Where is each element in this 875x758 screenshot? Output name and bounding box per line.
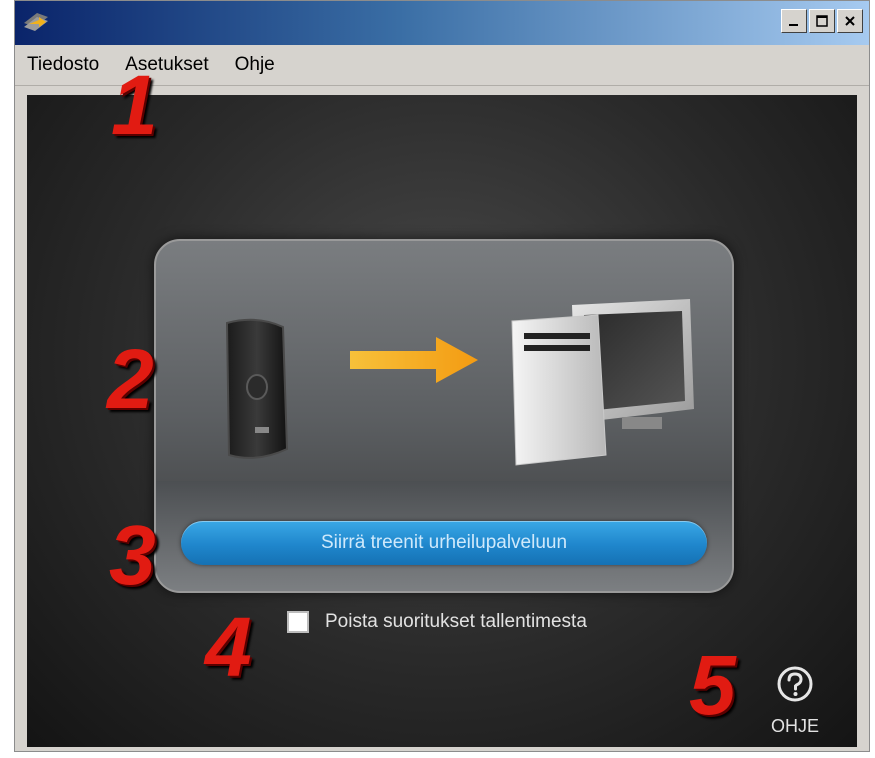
close-button[interactable] (837, 9, 863, 33)
annotation-number-2: 2 (107, 332, 154, 426)
delete-records-label: Poista suoritukset tallentimesta (325, 611, 587, 632)
delete-records-checkbox[interactable] (287, 611, 309, 633)
question-circle-icon (777, 666, 813, 702)
arrow-right-icon (350, 337, 478, 383)
maximize-icon (816, 15, 828, 27)
help-label: OHJE (770, 716, 819, 736)
help-button[interactable]: OHJE (765, 665, 825, 737)
annotation-number-3: 3 (109, 508, 156, 602)
app-logo-icon (24, 13, 48, 31)
menu-ohje[interactable]: Ohje (235, 54, 287, 76)
desktop-computer-icon (511, 299, 694, 466)
delete-records-option[interactable]: Poista suoritukset tallentimesta (287, 611, 587, 633)
transfer-workouts-button[interactable]: Siirrä treenit urheilupalveluun (181, 521, 707, 565)
title-bar[interactable] (15, 1, 869, 45)
annotation-number-1: 1 (111, 58, 158, 152)
training-recorder-device (225, 318, 289, 459)
minimize-icon (789, 24, 798, 26)
transfer-panel: Siirrä treenit urheilupalveluun (154, 239, 734, 593)
close-icon (845, 16, 855, 26)
maximize-button[interactable] (809, 9, 835, 33)
annotation-number-5: 5 (689, 638, 736, 732)
minimize-button[interactable] (781, 9, 807, 33)
window-controls (781, 9, 863, 33)
menu-tiedosto[interactable]: Tiedosto (27, 54, 111, 76)
app-window: Tiedosto Asetukset Ohje Siirrä treenit u… (14, 0, 870, 752)
annotation-number-4: 4 (205, 600, 252, 694)
